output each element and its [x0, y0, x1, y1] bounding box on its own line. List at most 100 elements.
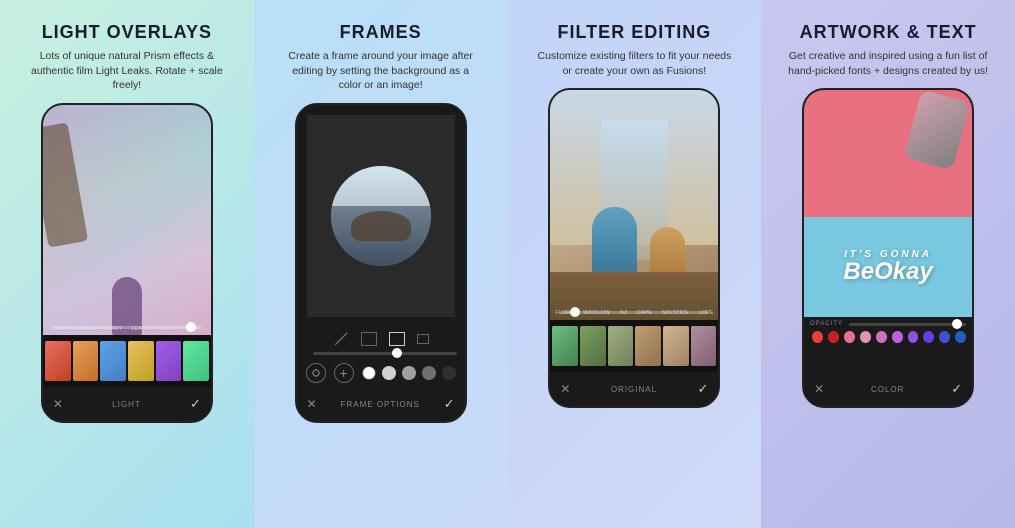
p4-opacity-row: OPACITY [810, 321, 966, 327]
p3-thumb-solstice[interactable] [663, 326, 689, 366]
p4-background: IT'S GONNA BeOkay OPACITY [804, 90, 972, 372]
p2-background: + [297, 105, 465, 387]
phone-4-screen: IT'S GONNA BeOkay OPACITY [804, 90, 972, 372]
p4-opacity-dot[interactable] [952, 319, 962, 329]
p4-dot-blue[interactable] [939, 331, 950, 343]
p2-shape-square-active[interactable] [389, 332, 405, 346]
phone-2-bottom-bar: ✕ FRAME OPTIONS ✓ [297, 387, 465, 421]
check-icon-4[interactable]: ✓ [951, 381, 962, 397]
p2-action-row: + [306, 363, 456, 383]
p3-thumb-flora[interactable] [552, 326, 578, 366]
check-icon-2[interactable]: ✓ [444, 396, 455, 412]
main-container: LIGHT OVERLAYS Lots of unique natural Pr… [0, 0, 1015, 528]
p2-slider-dot[interactable] [392, 348, 402, 358]
close-icon-3[interactable]: ✕ [560, 382, 570, 396]
p4-color-dots [810, 331, 966, 343]
p4-dot-purple[interactable] [908, 331, 919, 343]
p3-thumb-lore[interactable] [691, 326, 717, 366]
p4-dot-darkblue[interactable] [955, 331, 966, 343]
film-thumb-2[interactable] [73, 341, 99, 381]
p2-frame-area [297, 105, 465, 327]
phone-3-screen: FLORA WICKLOW NZ CAPE SOLSTICE LORE [550, 90, 718, 372]
panel-3-desc: Customize existing filters to fit your n… [534, 49, 734, 78]
phone-3-label: ORIGINAL [611, 385, 657, 394]
p2-edit-button[interactable] [306, 363, 326, 383]
p2-shape-square[interactable] [361, 332, 377, 346]
panel-light-overlays: LIGHT OVERLAYS Lots of unique natural Pr… [0, 0, 254, 528]
p2-slider-container [305, 352, 457, 355]
p2-color-white[interactable] [362, 366, 376, 380]
film-thumb-3[interactable] [100, 341, 126, 381]
p2-shape-row [333, 332, 429, 346]
p4-dot-violet[interactable] [892, 331, 903, 343]
p1-slider[interactable] [53, 326, 201, 329]
p2-color-darkgray[interactable] [422, 366, 436, 380]
p2-color-midgray[interactable] [402, 366, 416, 380]
p2-snow-overlay [331, 166, 431, 206]
film-thumb-4[interactable] [128, 341, 154, 381]
p2-circle-frame [331, 166, 431, 266]
phone-1-screen: LEAKS LEAKS LEAKY LEAKS LEAKY LEAKS [43, 105, 211, 387]
close-icon[interactable]: ✕ [53, 397, 63, 411]
p3-thumb-wicklow[interactable] [580, 326, 606, 366]
p2-color-row [362, 366, 456, 380]
panel-3-title: FILTER EDITING [558, 22, 712, 43]
p2-controls: + [297, 327, 465, 387]
p4-be-okay-main: BeOkay [843, 258, 932, 285]
panel-2-desc: Create a frame around your image after e… [281, 49, 481, 93]
phone-1: LEAKS LEAKS LEAKY LEAKS LEAKY LEAKS [41, 103, 213, 423]
p3-background: FLORA WICKLOW NZ CAPE SOLSTICE LORE [550, 90, 718, 372]
panel-artwork-text: ARTWORK & TEXT Get creative and inspired… [761, 0, 1015, 528]
check-icon[interactable]: ✓ [190, 396, 201, 412]
panel-2-title: FRAMES [340, 22, 422, 43]
p3-slider[interactable] [560, 311, 708, 314]
p4-dot-pink[interactable] [844, 331, 855, 343]
p2-shape-slash[interactable] [333, 332, 349, 346]
panel-filter-editing: FILTER EDITING Customize existing filter… [508, 0, 762, 528]
film-thumb-5[interactable] [156, 341, 182, 381]
film-thumb-1[interactable] [45, 341, 71, 381]
p4-dot-red[interactable] [812, 331, 823, 343]
p1-slider-dot[interactable] [186, 322, 196, 332]
panel-1-desc: Lots of unique natural Prism effects & a… [27, 49, 227, 93]
panel-4-title: ARTWORK & TEXT [800, 22, 977, 43]
phone-2-label: FRAME OPTIONS [341, 400, 420, 409]
p4-dot-darkred[interactable] [828, 331, 839, 343]
p1-film-strip [43, 335, 211, 387]
p4-opacity-bar[interactable] [849, 323, 966, 326]
panel-frames: FRAMES Create a frame around your image … [254, 0, 508, 528]
p4-be-okay-text: IT'S GONNA BeOkay [843, 250, 932, 284]
p4-dot-indigo[interactable] [923, 331, 934, 343]
phone-2-screen: + [297, 105, 465, 387]
panel-4-desc: Get creative and inspired using a fun li… [788, 49, 988, 78]
p4-dot-lightpink[interactable] [860, 331, 871, 343]
p2-boat-image [331, 166, 431, 266]
p2-shape-square-sm[interactable] [417, 334, 429, 344]
p4-opacity-label: OPACITY [810, 321, 843, 327]
p3-film-strip [550, 320, 718, 372]
phone-2: + ✕ FRAME OPTIONS [295, 103, 467, 423]
panel-1-title: LIGHT OVERLAYS [42, 22, 212, 43]
phone-3: FLORA WICKLOW NZ CAPE SOLSTICE LORE [548, 88, 720, 408]
p1-background: LEAKS LEAKS LEAKY LEAKS LEAKY LEAKS [43, 105, 211, 387]
p3-thumb-nz[interactable] [608, 326, 634, 366]
phone-4-bottom-bar: ✕ COLOR ✓ [804, 372, 972, 406]
p2-slider[interactable] [313, 352, 457, 355]
p3-thumb-cape[interactable] [635, 326, 661, 366]
p2-add-button[interactable]: + [334, 363, 354, 383]
check-icon-3[interactable]: ✓ [697, 381, 708, 397]
film-thumb-6[interactable] [183, 341, 209, 381]
p4-text-overlay: IT'S GONNA BeOkay [804, 217, 972, 317]
close-icon-4[interactable]: ✕ [814, 382, 824, 396]
phone-3-bottom-bar: ✕ ORIGINAL ✓ [550, 372, 718, 406]
close-icon-2[interactable]: ✕ [307, 397, 317, 411]
p4-color-strip: OPACITY [804, 317, 972, 372]
p4-dot-magenta[interactable] [876, 331, 887, 343]
phone-1-bottom-bar: ✕ LIGHT ✓ [43, 387, 211, 421]
p2-color-black[interactable] [442, 366, 456, 380]
phone-4: IT'S GONNA BeOkay OPACITY [802, 88, 974, 408]
p2-color-lightgray[interactable] [382, 366, 396, 380]
p2-dark-background [307, 115, 455, 317]
phone-4-label: COLOR [871, 385, 904, 394]
phone-1-label: LIGHT [112, 400, 141, 409]
